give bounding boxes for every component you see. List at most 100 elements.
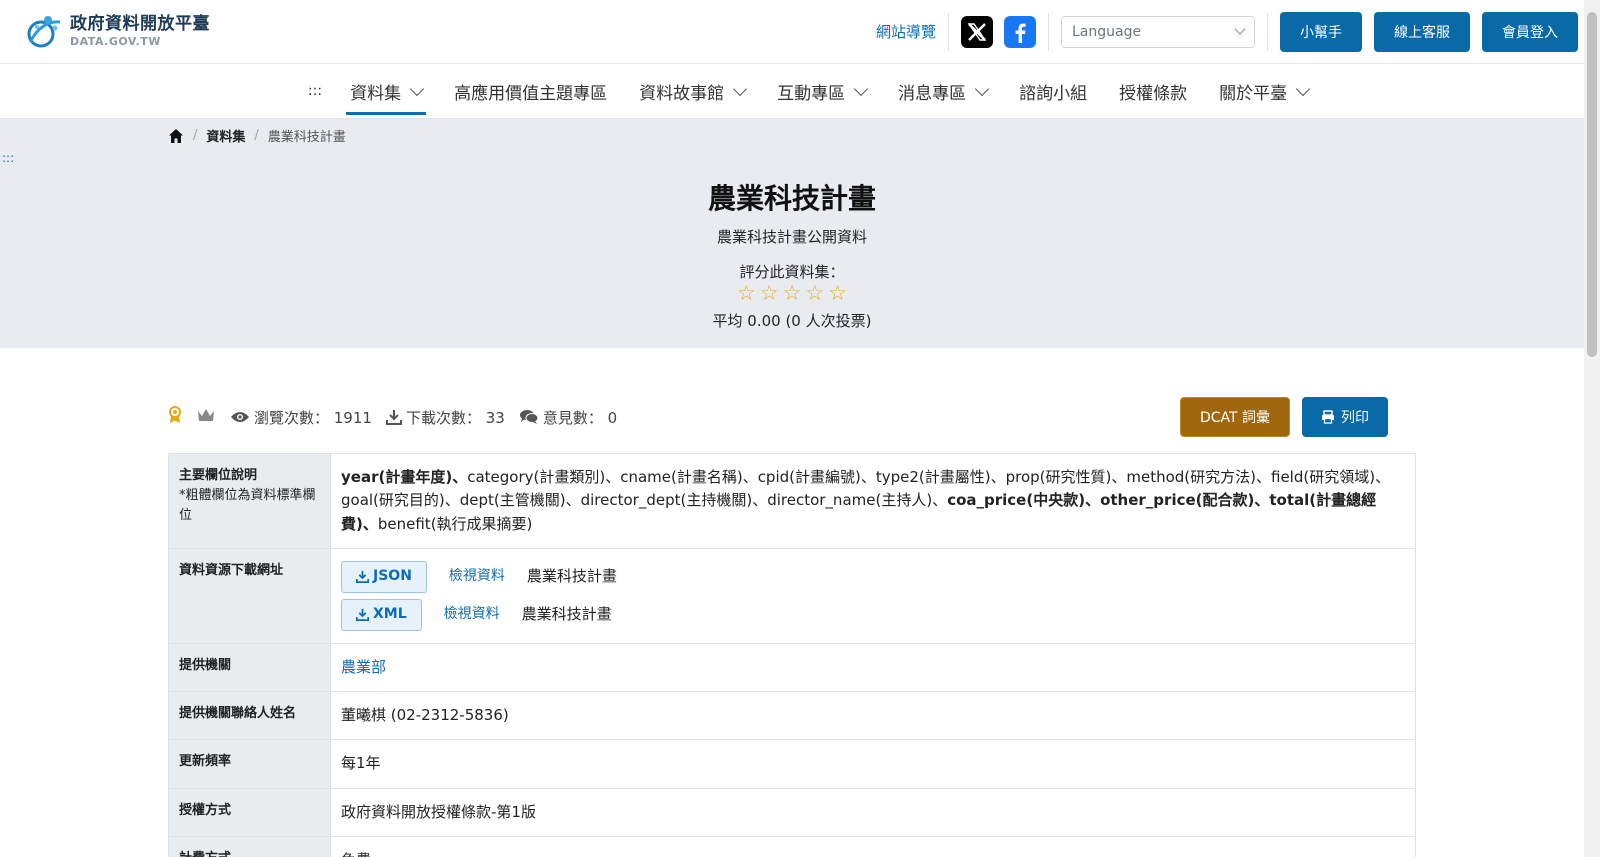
rating-average: 平均 0.00 (0 人次投票)	[712, 312, 872, 330]
field-segment: 、	[452, 468, 468, 486]
resources-label: 資料資源下載網址	[169, 548, 331, 643]
breadcrumb: / 資料集 / 農業科技計畫	[168, 126, 346, 145]
dataset-description: 農業科技計畫公開資料	[716, 228, 867, 246]
resource-item: JSON 檢視資料 農業科技計畫	[341, 560, 1405, 593]
downloads-count: 下載次數： 33	[405, 408, 505, 427]
page-title: 農業科技計畫	[707, 182, 876, 215]
nav-label: 授權條款	[1119, 83, 1188, 104]
contact-label: 提供機關聯絡人姓名	[169, 692, 331, 740]
star-icon[interactable]: ☆	[737, 283, 756, 304]
views-stat: 瀏覽次數： 1911	[230, 407, 372, 428]
fields-description: year(計畫年度)、category(計畫類別)、cname(計畫名稱)、cp…	[331, 454, 1415, 548]
contact-value: 董曦棋 (02-2312-5836)	[341, 706, 509, 724]
comments-stat: 意見數： 0	[519, 407, 617, 428]
table-row: 資料資源下載網址 JSON 檢視資料 農業科技計畫 XML 檢視資料 農業科技計…	[169, 548, 1415, 644]
download-icon	[385, 410, 402, 425]
nav-news[interactable]: 消息專區	[882, 64, 1003, 119]
site-logo[interactable]: 政府資料開放平臺 DATA.GOV.TW	[24, 12, 210, 52]
nav-datasets[interactable]: 資料集	[334, 64, 438, 119]
facebook-icon[interactable]	[1004, 15, 1036, 48]
nav-about[interactable]: 關於平臺	[1203, 64, 1324, 119]
downloads-stat: 下載次數： 33	[385, 407, 505, 428]
frequency-label: 更新頻率	[169, 740, 331, 788]
page-scrollbar[interactable]	[1584, 0, 1600, 857]
breadcrumb-current: 農業科技計畫	[267, 130, 346, 145]
table-row: 授權方式 政府資料開放授權條款-第1版	[169, 788, 1415, 837]
breadcrumb-datasets[interactable]: 資料集	[206, 126, 245, 145]
field-segment: benefit(執行成果摘要)	[377, 514, 533, 533]
content-anchor[interactable]: :::	[2, 151, 14, 165]
dataset-stats-bar: 瀏覽次數： 1911 下載次數： 33 意見數： 0 DCAT 詞彙 列印	[168, 397, 1388, 437]
field-segment: year(計畫年度)	[341, 468, 453, 486]
field-segment: other_price(配合款)	[1100, 491, 1255, 510]
fields-note: *粗體欄位為資料標準欄位	[179, 488, 316, 524]
view-data-link[interactable]: 檢視資料	[444, 604, 500, 626]
table-row: 主要欄位說明 *粗體欄位為資料標準欄位 year(計畫年度)、category(…	[169, 454, 1415, 549]
license-value: 政府資料開放授權條款-第1版	[341, 802, 536, 821]
table-row: 計費方式 免費	[169, 836, 1415, 857]
comments-count: 意見數： 0	[542, 408, 618, 427]
language-select[interactable]: Language	[1061, 15, 1255, 48]
download-icon	[356, 609, 369, 622]
comments-icon	[519, 410, 539, 424]
member-login-button[interactable]: 會員登入	[1482, 11, 1578, 52]
nav-label: 資料故事館	[639, 83, 725, 104]
chevron-down-icon	[1296, 81, 1311, 96]
resources-list: JSON 檢視資料 農業科技計畫 XML 檢視資料 農業科技計畫	[331, 549, 1415, 643]
dataset-info-table: 主要欄位說明 *粗體欄位為資料標準欄位 year(計畫年度)、category(…	[168, 453, 1416, 857]
star-icon[interactable]: ☆	[760, 283, 779, 304]
dataset-hero: / 資料集 / 農業科技計畫 ::: 農業科技計畫 農業科技計畫公開資料 評分此…	[0, 119, 1600, 348]
logo-subtitle: DATA.GOV.TW	[70, 35, 161, 48]
view-data-link[interactable]: 檢視資料	[449, 566, 505, 588]
nav-high-value[interactable]: 高應用價值主題專區	[438, 64, 623, 119]
x-twitter-icon[interactable]	[961, 15, 993, 48]
star-icon[interactable]: ☆	[828, 283, 847, 304]
frequency-value: 每1年	[341, 754, 381, 773]
dcat-vocabulary-button[interactable]: DCAT 詞彙	[1179, 397, 1290, 437]
chevron-down-icon	[975, 81, 990, 96]
nav-label: 關於平臺	[1219, 83, 1288, 104]
fee-value: 免費	[331, 837, 1415, 857]
printer-icon	[1322, 410, 1334, 424]
accesskey-anchor[interactable]: :::	[296, 83, 334, 99]
row-label: 主要欄位說明 *粗體欄位為資料標準欄位	[169, 454, 331, 548]
provider-link[interactable]: 農業部	[341, 658, 386, 676]
eye-icon	[231, 412, 249, 422]
rating-label: 評分此資料集：	[739, 263, 845, 281]
nav-label: 資料集	[350, 83, 402, 104]
home-icon[interactable]	[168, 128, 184, 144]
nav-label: 高應用價值主題專區	[454, 83, 608, 104]
resource-name: 農業科技計畫	[521, 605, 612, 624]
nav-data-stories[interactable]: 資料故事館	[623, 64, 761, 119]
nav-advisory[interactable]: 諮詢小組	[1003, 64, 1103, 119]
nav-license[interactable]: 授權條款	[1103, 64, 1203, 119]
rating-stars: ☆ ☆ ☆ ☆ ☆	[0, 283, 1584, 304]
star-icon[interactable]: ☆	[805, 283, 824, 304]
chevron-down-icon	[733, 81, 748, 96]
chevron-down-icon	[410, 81, 425, 96]
main-nav: ::: 資料集 高應用價值主題專區 資料故事館 互動專區 消息專區 諮詢小組 授…	[0, 64, 1600, 119]
download-icon	[356, 571, 369, 584]
chevron-down-icon	[1234, 23, 1246, 35]
site-header: 政府資料開放平臺 DATA.GOV.TW 網站導覽 Language 小幫手 線…	[0, 0, 1600, 64]
scrollbar-thumb[interactable]	[1587, 12, 1597, 357]
helper-button[interactable]: 小幫手	[1280, 11, 1362, 52]
star-icon[interactable]: ☆	[783, 283, 802, 304]
views-count: 瀏覽次數： 1911	[254, 408, 372, 427]
download-json-button[interactable]: JSON	[341, 560, 427, 593]
provider-label: 提供機關	[169, 643, 331, 691]
field-segment: 、	[1254, 491, 1270, 510]
nav-label: 互動專區	[777, 83, 846, 104]
download-xml-button[interactable]: XML	[341, 598, 422, 631]
print-button[interactable]: 列印	[1302, 397, 1388, 437]
chevron-down-icon	[854, 81, 869, 96]
field-segment: 、	[1085, 491, 1101, 510]
online-service-button[interactable]: 線上客服	[1374, 11, 1470, 52]
breadcrumb-separator: /	[254, 128, 259, 143]
nav-interactive[interactable]: 互動專區	[761, 64, 882, 119]
logo-icon	[24, 12, 64, 52]
sitemap-link[interactable]: 網站導覽	[876, 12, 949, 51]
format-label: XML	[373, 605, 407, 622]
breadcrumb-separator: /	[193, 128, 198, 143]
nav-label: 消息專區	[898, 83, 967, 104]
